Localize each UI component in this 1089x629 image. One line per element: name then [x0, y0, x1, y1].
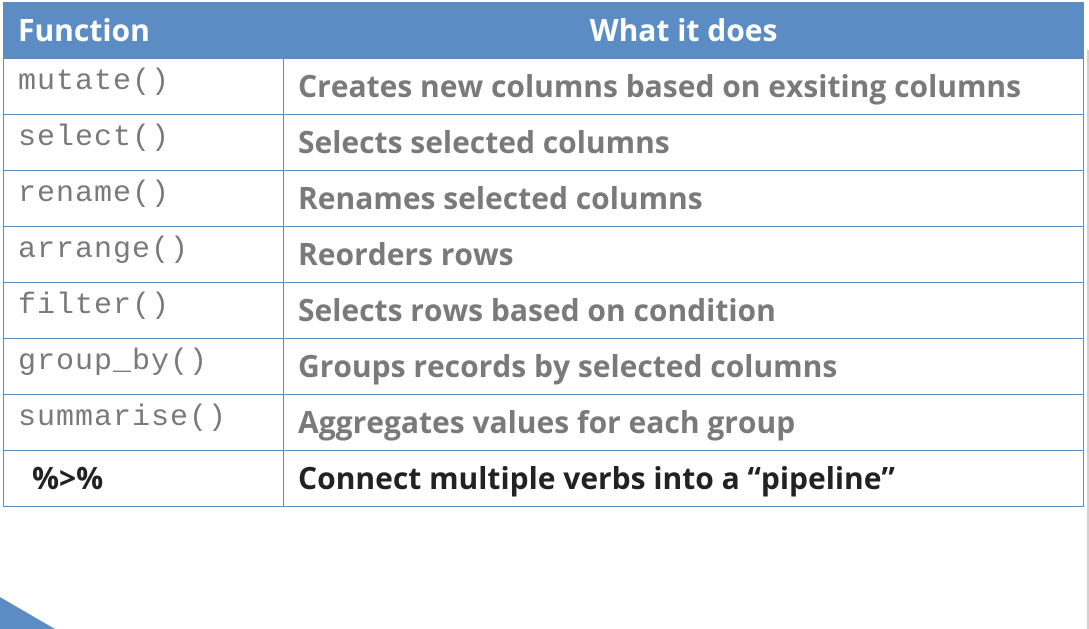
table-row: mutate() Creates new columns based on ex… [4, 59, 1084, 115]
function-name: group_by() [4, 339, 284, 395]
table-row: group_by() Groups records by selected co… [4, 339, 1084, 395]
function-name: arrange() [4, 227, 284, 283]
function-name: mutate() [4, 59, 284, 115]
function-description: Creates new columns based on exsiting co… [284, 59, 1084, 115]
function-name: summarise() [4, 395, 284, 451]
function-name: rename() [4, 171, 284, 227]
function-description: Reorders rows [284, 227, 1084, 283]
table-row: select() Selects selected columns [4, 115, 1084, 171]
corner-decoration [0, 597, 55, 629]
table-row: arrange() Reorders rows [4, 227, 1084, 283]
table-row: rename() Renames selected columns [4, 171, 1084, 227]
function-description: Connect multiple verbs into a “pipeline” [284, 451, 1084, 507]
function-name: select() [4, 115, 284, 171]
table-row: summarise() Aggregates values for each g… [4, 395, 1084, 451]
function-description: Selects rows based on condition [284, 283, 1084, 339]
function-name: %>% [4, 451, 284, 507]
function-description: Aggregates values for each group [284, 395, 1084, 451]
function-description: Renames selected columns [284, 171, 1084, 227]
header-description: What it does [284, 3, 1084, 59]
table-header-row: Function What it does [4, 3, 1084, 59]
table-row-pipe: %>% Connect multiple verbs into a “pipel… [4, 451, 1084, 507]
header-function: Function [4, 3, 284, 59]
function-description: Selects selected columns [284, 115, 1084, 171]
function-table: Function What it does mutate() Creates n… [3, 2, 1084, 507]
function-description: Groups records by selected columns [284, 339, 1084, 395]
table-row: filter() Selects rows based on condition [4, 283, 1084, 339]
function-name: filter() [4, 283, 284, 339]
